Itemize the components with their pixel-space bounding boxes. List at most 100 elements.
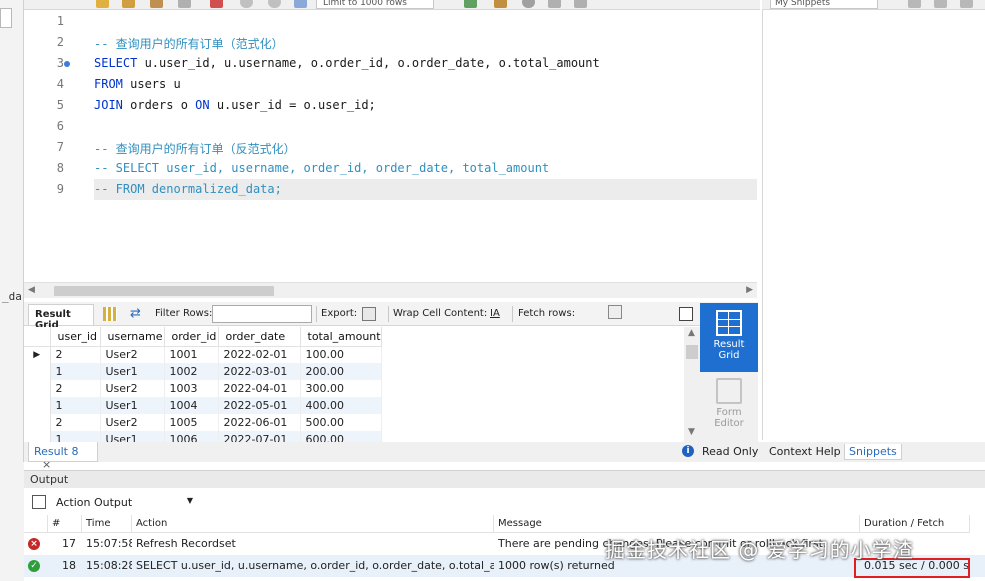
sql-text: users u — [122, 77, 181, 91]
cell-total-amount[interactable]: 400.00 — [300, 397, 382, 414]
column-header-user-id[interactable]: user_id — [50, 327, 101, 347]
cell-user-id[interactable]: 1 — [50, 363, 101, 380]
cell-order-id[interactable]: 1002 — [164, 363, 219, 380]
cell-order-id[interactable]: 1005 — [164, 414, 219, 431]
cell-username[interactable]: User2 — [100, 414, 165, 431]
cell-order-id[interactable]: 1001 — [164, 346, 219, 363]
grid-vertical-scrollbar[interactable]: ▲ ▼ — [684, 327, 700, 442]
cell-order-date[interactable]: 2022-07-01 — [218, 431, 301, 442]
cell-username[interactable]: User1 — [100, 431, 165, 442]
code-line[interactable]: -- 查询用户的所有订单（范式化） — [94, 35, 284, 52]
cell-total-amount[interactable]: 600.00 — [300, 431, 382, 442]
add-snippet-icon[interactable] — [464, 0, 477, 8]
form-editor-button[interactable]: Form Editor — [700, 374, 758, 442]
export-icon[interactable] — [362, 307, 376, 321]
cell-order-date[interactable]: 2022-06-01 — [218, 414, 301, 431]
filter-input[interactable] — [212, 305, 312, 323]
cell-order-id[interactable]: 1004 — [164, 397, 219, 414]
line-number: 8 — [56, 161, 64, 175]
navigator-search[interactable] — [0, 8, 12, 28]
scroll-left-icon[interactable]: ◀ — [28, 285, 35, 295]
beautify-icon[interactable] — [494, 0, 507, 8]
line-number: 5 — [56, 98, 64, 112]
stop-icon[interactable] — [178, 0, 191, 8]
cell-total-amount[interactable]: 200.00 — [300, 363, 382, 380]
result-grid-tab[interactable]: Result Grid — [28, 304, 94, 331]
column-header-order-id[interactable]: order_id — [164, 327, 219, 347]
cell-username[interactable]: User1 — [100, 397, 165, 414]
code-line[interactable]: -- FROM denormalized_data; — [94, 182, 282, 196]
cell-order-date[interactable]: 2022-04-01 — [218, 380, 301, 397]
row-marker — [24, 431, 51, 442]
cell-username[interactable]: User2 — [100, 380, 165, 397]
result-grid[interactable]: user_id username order_id order_date total_a… — [24, 327, 684, 442]
snippet-add-icon[interactable] — [908, 0, 921, 8]
table-row[interactable]: 1 User1 1002 2022-03-01 200.00 — [24, 363, 382, 380]
code-line[interactable]: FROM users u — [94, 77, 181, 91]
commit-icon[interactable] — [240, 0, 253, 8]
wrap-icon[interactable]: IA — [490, 308, 500, 319]
scroll-down-icon[interactable]: ▼ — [688, 427, 695, 437]
result-tab[interactable]: Result 8 × — [28, 442, 98, 471]
column-header-username[interactable]: username — [100, 327, 165, 347]
scroll-right-icon[interactable]: ▶ — [746, 285, 753, 295]
cell-username[interactable]: User1 — [100, 363, 165, 380]
snippet-edit-icon[interactable] — [934, 0, 947, 8]
table-row[interactable]: 1 User1 1004 2022-05-01 400.00 — [24, 397, 382, 414]
code-line[interactable]: SELECT u.user_id, u.username, o.order_id… — [94, 56, 600, 70]
code-line[interactable]: -- SELECT user_id, username, order_id, o… — [94, 161, 549, 175]
cell-total-amount[interactable]: 500.00 — [300, 414, 382, 431]
table-row[interactable]: 2 User2 1003 2022-04-01 300.00 — [24, 380, 382, 397]
fetch-icon[interactable] — [608, 305, 622, 319]
grid-layout-icon[interactable] — [103, 307, 117, 321]
rollback-icon[interactable] — [268, 0, 281, 8]
time-col-header: Time — [82, 515, 132, 533]
cell-order-date[interactable]: 2022-05-01 — [218, 397, 301, 414]
snippets-select[interactable]: My Snippets — [770, 0, 878, 9]
column-header-total-amount[interactable]: total_amount — [300, 327, 382, 347]
code-line[interactable]: -- 查询用户的所有订单（反范式化） — [94, 140, 296, 157]
copy-icon[interactable] — [32, 495, 46, 509]
cell-total-amount[interactable]: 100.00 — [300, 346, 382, 363]
cell-username[interactable]: User2 — [100, 346, 165, 363]
limit-select[interactable]: Limit to 1000 rows — [316, 0, 434, 9]
table-row[interactable]: 1 User1 1006 2022-07-01 600.00 — [24, 431, 382, 442]
tab-snippets[interactable]: Snippets — [844, 444, 902, 460]
code-line[interactable]: JOIN orders o ON u.user_id = o.user_id; — [94, 98, 376, 112]
editor-horizontal-scrollbar[interactable]: ◀ ▶ — [24, 282, 757, 298]
cell-user-id[interactable]: 1 — [50, 431, 101, 442]
explain-icon[interactable] — [150, 0, 163, 8]
toggle-panel-icon[interactable] — [679, 307, 693, 321]
cell-order-id[interactable]: 1003 — [164, 380, 219, 397]
column-header-order-date[interactable]: order_date — [218, 327, 301, 347]
snippet-delete-icon[interactable] — [960, 0, 973, 8]
cell-user-id[interactable]: 2 — [50, 380, 101, 397]
scroll-up-icon[interactable]: ▲ — [688, 328, 695, 338]
output-mode-select[interactable]: Action Output ▼ — [50, 493, 200, 511]
cell-order-date[interactable]: 2022-02-01 — [218, 346, 301, 363]
table-row[interactable]: ▶ 2 User2 1001 2022-02-01 100.00 — [24, 346, 382, 363]
result-grid-button[interactable]: Result Grid — [700, 303, 758, 372]
cell-order-id[interactable]: 1006 — [164, 431, 219, 442]
cell-order-date[interactable]: 2022-03-01 — [218, 363, 301, 380]
autocommit-icon[interactable] — [294, 0, 307, 8]
wrap-icon[interactable] — [574, 0, 587, 8]
row-marker — [24, 397, 51, 414]
output-toolbar: Action Output ▼ — [24, 489, 985, 514]
search-icon[interactable] — [522, 0, 535, 8]
toggle-icon[interactable] — [210, 0, 223, 8]
action-col-header: Action — [132, 515, 494, 533]
cell-total-amount[interactable]: 300.00 — [300, 380, 382, 397]
cell-user-id[interactable]: 2 — [50, 414, 101, 431]
execute-icon[interactable] — [96, 0, 109, 8]
scroll-thumb[interactable] — [54, 286, 274, 296]
cell-user-id[interactable]: 1 — [50, 397, 101, 414]
refresh-icon[interactable]: ⇄ — [130, 306, 141, 321]
cell-user-id[interactable]: 2 — [50, 346, 101, 363]
sql-editor[interactable]: 1 2 -- 查询用户的所有订单（范式化） 3 SELECT u.user_id, u.… — [24, 10, 757, 282]
invisible-chars-icon[interactable] — [548, 0, 561, 8]
table-row[interactable]: 2 User2 1005 2022-06-01 500.00 — [24, 414, 382, 431]
tab-context-help[interactable]: Context Help — [765, 444, 845, 459]
scroll-thumb[interactable] — [686, 345, 698, 359]
execute-current-icon[interactable] — [122, 0, 135, 8]
